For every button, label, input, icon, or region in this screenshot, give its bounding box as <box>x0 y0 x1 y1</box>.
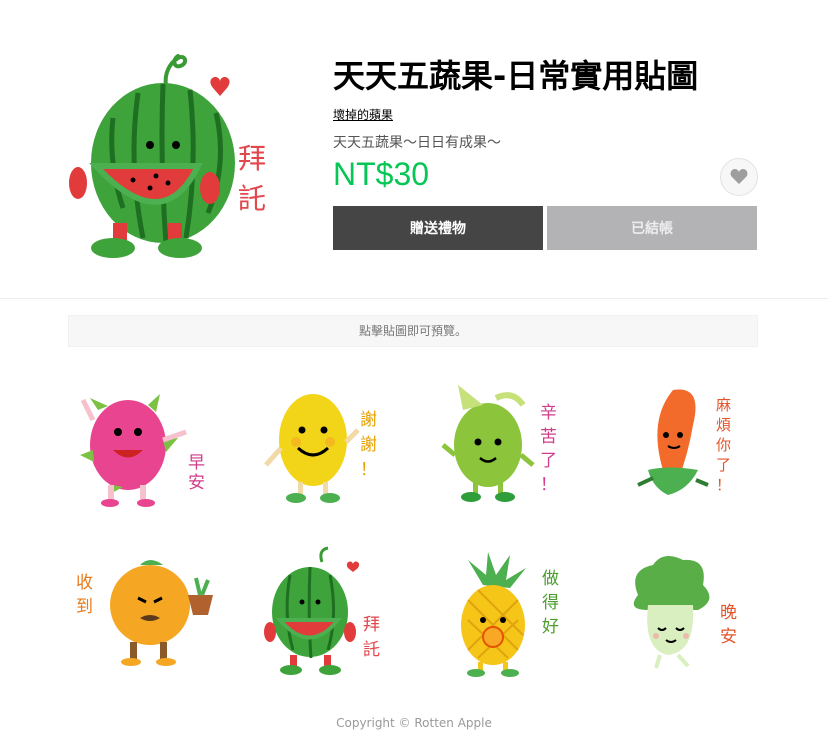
sticker-caption: 晚 <box>720 603 737 623</box>
main-sticker-caption-2: 託 <box>238 182 266 215</box>
sticker-caption: ！ <box>360 460 377 480</box>
sticker-caption: 苦 <box>540 427 557 447</box>
sticker-caption: 了 <box>716 456 731 474</box>
sticker-caption: 到 <box>76 597 93 617</box>
sticker-caption: 煩 <box>716 416 731 434</box>
sticker-caption: 謝 <box>360 410 377 430</box>
sticker-caption: 得 <box>542 593 559 613</box>
author-link[interactable]: 壞掉的蘋果 <box>333 106 393 123</box>
heart-icon <box>730 169 748 184</box>
sticker-caption: ！ <box>716 476 731 494</box>
sticker-caption: 安 <box>188 473 205 493</box>
sticker-item-pineapple[interactable]: 做 得 好 <box>428 540 588 690</box>
sticker-caption: 謝 <box>360 435 377 455</box>
sticker-caption: ！ <box>540 475 557 495</box>
sticker-caption: 麻 <box>716 396 731 414</box>
sticker-caption: 安 <box>720 627 737 647</box>
owned-button: 已結帳 <box>547 206 757 250</box>
sticker-caption: 你 <box>716 436 731 454</box>
sticker-title: 天天五蔬果-日常實用貼圖 <box>333 57 699 95</box>
sticker-caption: 拜 <box>363 615 380 635</box>
main-sticker-image: 拜 託 <box>68 48 278 263</box>
sticker-item-guava[interactable]: 辛 苦 了 ！ <box>428 370 588 520</box>
gift-button[interactable]: 贈送禮物 <box>333 206 543 250</box>
sticker-item-lemon[interactable]: 謝 謝 ！ <box>248 370 408 520</box>
sticker-item-bok-choy[interactable]: 晚 安 <box>608 540 768 690</box>
sticker-header: 拜 託 天天五蔬果-日常實用貼圖 壞掉的蘋果 天天五蔬果〜日日有成果〜 NT$3… <box>0 0 828 298</box>
sticker-item-dragon-fruit[interactable]: 早 安 <box>68 370 228 520</box>
sticker-grid: 早 安 謝 謝 ！ 辛 苦 了 ！ 麻 煩 你 了 ！ 收 到 拜 託 做 得 … <box>68 370 758 690</box>
sticker-caption: 收 <box>76 573 93 593</box>
section-divider <box>0 298 828 299</box>
sticker-item-carrot[interactable]: 麻 煩 你 了 ！ <box>608 370 768 520</box>
sticker-description: 天天五蔬果〜日日有成果〜 <box>333 135 501 151</box>
sticker-caption: 了 <box>540 451 557 471</box>
price-label: NT$30 <box>333 156 430 192</box>
favorite-button[interactable] <box>720 158 758 196</box>
sticker-caption: 好 <box>542 617 559 637</box>
sticker-caption: 辛 <box>540 403 557 423</box>
sticker-caption: 早 <box>188 453 205 473</box>
preview-notice: 點擊貼圖即可預覽。 <box>68 315 758 347</box>
main-sticker-caption-1: 拜 <box>238 142 266 175</box>
sticker-item-orange[interactable]: 收 到 <box>68 540 228 690</box>
sticker-caption: 託 <box>363 640 380 660</box>
sticker-item-watermelon[interactable]: 拜 託 <box>248 540 408 690</box>
copyright-footer: Copyright © Rotten Apple <box>336 716 492 730</box>
sticker-caption: 做 <box>542 569 559 589</box>
